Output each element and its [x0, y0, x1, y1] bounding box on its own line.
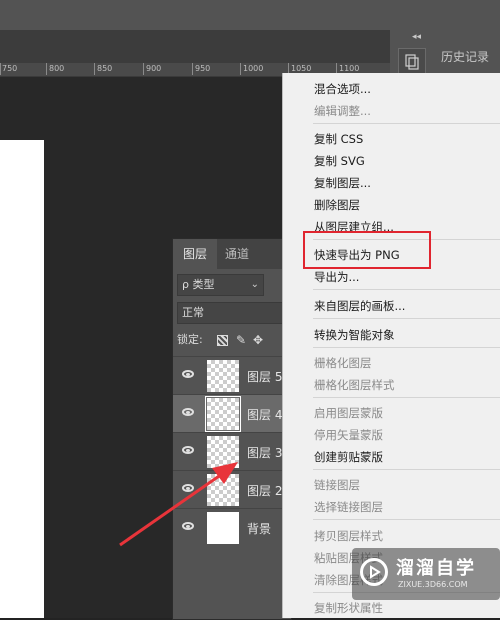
- ruler-tick: [94, 63, 95, 75]
- menu-separator: [313, 289, 500, 290]
- visibility-eye-icon[interactable]: [182, 484, 194, 492]
- menu-item-export-as[interactable]: 导出为...: [314, 269, 359, 285]
- ruler-label: 850: [97, 64, 113, 73]
- layer-row[interactable]: 图层 5: [173, 356, 291, 395]
- visibility-eye-icon[interactable]: [182, 370, 194, 378]
- site-watermark: 溜溜自学 ZIXUE.3D66.COM: [352, 548, 500, 600]
- menu-item-blending-options[interactable]: 混合选项...: [314, 81, 371, 97]
- layer-name: 背景: [247, 522, 272, 536]
- menu-separator: [313, 123, 500, 124]
- watermark-play-icon: [360, 558, 388, 586]
- lock-row: 锁定: ✎ ✥: [173, 329, 291, 351]
- ruler-tick: [0, 63, 1, 75]
- layer-kind-filter-select[interactable]: ρ 类型 ⌄: [177, 274, 264, 296]
- menu-item-artboard-from-layers[interactable]: 来自图层的画板...: [314, 298, 405, 314]
- history-panel-icon-button[interactable]: [398, 48, 426, 76]
- menu-item-delete-layer[interactable]: 删除图层: [314, 197, 360, 213]
- options-bar: [0, 30, 390, 63]
- layers-panel: 图层 通道 ρ 类型 ⌄ 正常 锁定: ✎ ✥ 图层 5 图层 4 图层 3 图…: [172, 238, 292, 620]
- layer-thumbnail: [207, 512, 239, 544]
- ruler-label: 1000: [243, 64, 264, 73]
- menu-item-link-layers[interactable]: 链接图层: [314, 477, 360, 493]
- watermark-title: 溜溜自学: [396, 558, 476, 579]
- tab-layers[interactable]: 图层: [173, 239, 217, 269]
- ruler-label: 800: [49, 64, 65, 73]
- lock-image-pixels-icon[interactable]: ✎: [236, 329, 246, 351]
- layer-name: 图层 4: [247, 408, 283, 422]
- layer-name: 图层 2: [247, 484, 283, 498]
- document-canvas[interactable]: [0, 140, 44, 618]
- lock-position-icon[interactable]: ✥: [253, 329, 263, 351]
- menu-item-copy-shape-attributes[interactable]: 复制形状属性: [314, 600, 383, 616]
- lock-transparent-pixels-icon[interactable]: [217, 335, 228, 346]
- collapse-panels-icon[interactable]: ◂◂: [412, 32, 421, 42]
- ruler-tick: [143, 63, 144, 75]
- ruler-tick: [46, 63, 47, 75]
- ruler-tick: [240, 63, 241, 75]
- ruler-label: 1050: [291, 64, 312, 73]
- menu-separator: [313, 397, 500, 398]
- menu-separator: [313, 318, 500, 319]
- chevron-down-icon: ⌄: [250, 279, 259, 290]
- menu-item-edit-adjustment[interactable]: 编辑调整...: [314, 103, 371, 119]
- menu-item-rasterize-layer-style[interactable]: 栅格化图层样式: [314, 377, 395, 393]
- visibility-eye-icon[interactable]: [182, 446, 194, 454]
- menu-item-duplicate-layer[interactable]: 复制图层...: [314, 175, 371, 191]
- layer-thumbnail: [207, 474, 239, 506]
- layer-context-menu: 混合选项... 编辑调整... 复制 CSS 复制 SVG 复制图层... 删除…: [282, 73, 500, 618]
- menu-item-enable-layer-mask[interactable]: 启用图层蒙版: [314, 405, 383, 421]
- ruler-label: 1100: [339, 64, 360, 73]
- ruler-tick: [192, 63, 193, 75]
- blend-mode-label: 正常: [182, 306, 204, 319]
- menu-item-copy-css[interactable]: 复制 CSS: [314, 131, 363, 147]
- highlight-annotation-box: [303, 231, 431, 269]
- menu-item-copy-layer-style[interactable]: 拷贝图层样式: [314, 528, 383, 544]
- visibility-eye-icon[interactable]: [182, 522, 194, 530]
- menu-item-copy-svg[interactable]: 复制 SVG: [314, 153, 365, 169]
- lock-label: 锁定:: [177, 333, 203, 346]
- layer-row[interactable]: 图层 3: [173, 432, 291, 471]
- layer-row[interactable]: 图层 2: [173, 470, 291, 509]
- menu-item-create-clipping-mask[interactable]: 创建剪贴蒙版: [314, 449, 383, 465]
- app-title-bar: [0, 0, 500, 30]
- ruler-label: 900: [146, 64, 162, 73]
- layer-row-selected[interactable]: 图层 4: [173, 394, 291, 433]
- visibility-eye-icon[interactable]: [182, 408, 194, 416]
- menu-item-rasterize-layer[interactable]: 栅格化图层: [314, 355, 372, 371]
- layers-panel-tabs: 图层 通道: [173, 239, 291, 269]
- tab-history[interactable]: 历史记录: [432, 44, 498, 70]
- layer-thumbnail: [205, 396, 241, 432]
- menu-item-disable-vector-mask[interactable]: 停用矢量蒙版: [314, 427, 383, 443]
- ruler-label: 950: [195, 64, 211, 73]
- menu-separator: [313, 469, 500, 470]
- kind-filter-label: ρ 类型: [182, 278, 215, 291]
- menu-item-select-linked-layers[interactable]: 选择链接图层: [314, 499, 383, 515]
- layer-name: 图层 3: [247, 446, 283, 460]
- history-icon: [405, 54, 419, 70]
- menu-separator: [313, 347, 500, 348]
- layer-name: 图层 5: [247, 370, 283, 384]
- ruler-label: 750: [2, 64, 18, 73]
- watermark-subtitle: ZIXUE.3D66.COM: [398, 580, 468, 589]
- layer-row-background[interactable]: 背景: [173, 508, 291, 547]
- play-icon: [370, 565, 381, 579]
- blend-mode-select[interactable]: 正常: [177, 302, 289, 324]
- layer-thumbnail: [207, 360, 239, 392]
- tab-channels[interactable]: 通道: [217, 239, 257, 269]
- menu-item-convert-to-smart-object[interactable]: 转换为智能对象: [314, 327, 395, 343]
- layer-thumbnail: [207, 436, 239, 468]
- menu-separator: [313, 519, 500, 520]
